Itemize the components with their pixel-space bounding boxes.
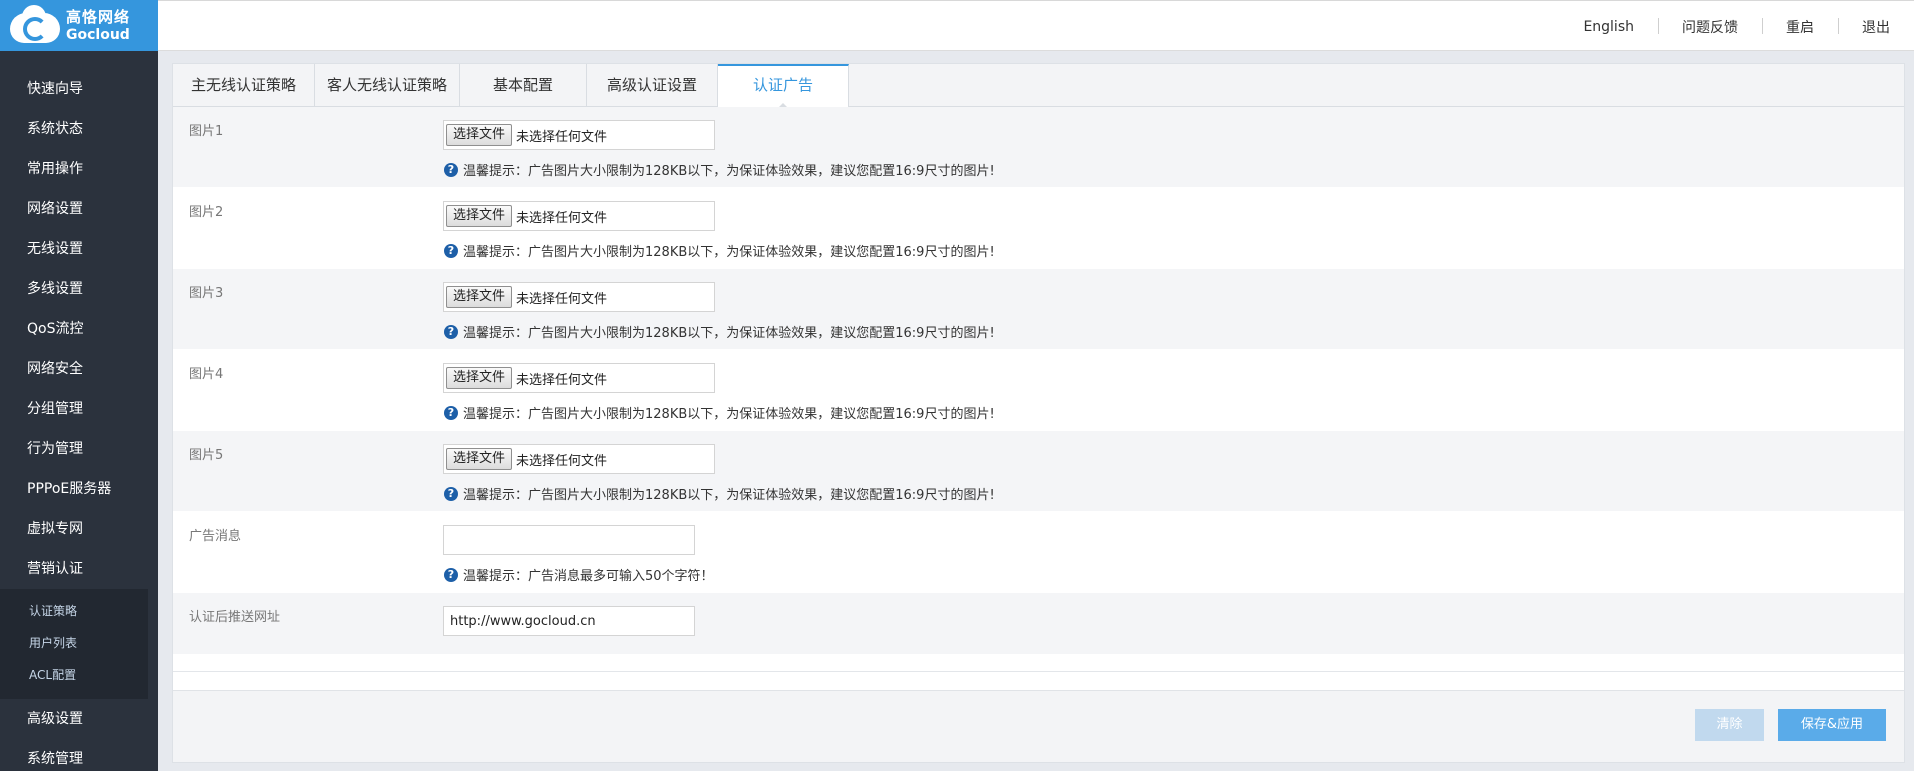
image-2-file-input[interactable]: 选择文件 未选择任何文件 bbox=[443, 201, 715, 231]
help-icon: ? bbox=[444, 243, 458, 258]
ad-message-hint: ? 温馨提示：广告消息最多可输入50个字符！ bbox=[444, 565, 714, 584]
sidebar-item-vpn[interactable]: 虚拟专网 bbox=[0, 509, 158, 549]
image-1-hint: ? 温馨提示：广告图片大小限制为128KB以下，为保证体验效果，建议您配置16:… bbox=[444, 160, 995, 179]
image-5-file-status: 未选择任何文件 bbox=[516, 453, 608, 469]
gocloud-logo-icon bbox=[10, 4, 60, 45]
clear-button[interactable]: 清除 bbox=[1695, 709, 1764, 741]
redirect-url-label: 认证后推送网址 bbox=[189, 610, 281, 625]
image-1-file-input[interactable]: 选择文件 未选择任何文件 bbox=[443, 120, 715, 150]
image-3-hint: ? 温馨提示：广告图片大小限制为128KB以下，为保证体验效果，建议您配置16:… bbox=[444, 322, 995, 341]
image-2-hint: ? 温馨提示：广告图片大小限制为128KB以下，为保证体验效果，建议您配置16:… bbox=[444, 241, 995, 260]
tab-bar: 主无线认证策略 客人无线认证策略 基本配置 高级认证设置 认证广告 bbox=[173, 64, 1904, 109]
tab-guest-wireless-auth-policy[interactable]: 客人无线认证策略 bbox=[315, 64, 460, 107]
sidebar-subnav: 认证策略 用户列表 ACL配置 bbox=[0, 589, 148, 699]
tab-basic-config[interactable]: 基本配置 bbox=[460, 64, 587, 107]
sidebar-nav: 快速向导 系统状态 常用操作 网络设置 无线设置 多线设置 QoS流控 网络安全… bbox=[0, 69, 158, 771]
sidebar-item-multiline-settings[interactable]: 多线设置 bbox=[0, 269, 158, 309]
sidebar-item-marketing-auth[interactable]: 营销认证 bbox=[0, 549, 158, 589]
ad-message-input[interactable] bbox=[443, 525, 695, 555]
top-header: English 问题反馈 重启 退出 bbox=[158, 0, 1914, 51]
image-2-hint-text: 温馨提示：广告图片大小限制为128KB以下，为保证体验效果，建议您配置16:9尺… bbox=[463, 245, 995, 260]
image-3-row: 图片3 选择文件 未选择任何文件 ? 温馨提示：广告图片大小限制为128KB以下… bbox=[173, 269, 1904, 350]
image-5-hint: ? 温馨提示：广告图片大小限制为128KB以下，为保证体验效果，建议您配置16:… bbox=[444, 484, 995, 503]
redirect-url-input[interactable] bbox=[443, 606, 695, 636]
image-4-file-status: 未选择任何文件 bbox=[516, 372, 608, 388]
help-icon: ? bbox=[444, 405, 458, 420]
tab-advanced-auth-settings[interactable]: 高级认证设置 bbox=[587, 64, 718, 107]
sidebar: 高恪网络 Gocloud 快速向导 系统状态 常用操作 网络设置 无线设置 多线… bbox=[0, 0, 158, 771]
sidebar-item-pppoe-server[interactable]: PPPoE服务器 bbox=[0, 469, 158, 509]
image-1-row: 图片1 选择文件 未选择任何文件 ? 温馨提示：广告图片大小限制为128KB以下… bbox=[173, 107, 1904, 188]
help-icon: ? bbox=[444, 324, 458, 339]
image-4-row: 图片4 选择文件 未选择任何文件 ? 温馨提示：广告图片大小限制为128KB以下… bbox=[173, 350, 1904, 431]
sidebar-item-system-status[interactable]: 系统状态 bbox=[0, 109, 158, 149]
help-icon: ? bbox=[444, 486, 458, 501]
sidebar-item-advanced-settings[interactable]: 高级设置 bbox=[0, 699, 158, 739]
sidebar-item-network-security[interactable]: 网络安全 bbox=[0, 349, 158, 389]
image-4-file-input[interactable]: 选择文件 未选择任何文件 bbox=[443, 363, 715, 393]
image-2-row: 图片2 选择文件 未选择任何文件 ? 温馨提示：广告图片大小限制为128KB以下… bbox=[173, 188, 1904, 269]
ad-message-hint-text: 温馨提示：广告消息最多可输入50个字符！ bbox=[463, 569, 714, 584]
image-3-choose-file-button[interactable]: 选择文件 bbox=[446, 286, 513, 308]
feedback-link[interactable]: 问题反馈 bbox=[1658, 17, 1762, 37]
form-divider bbox=[173, 671, 1904, 672]
sidebar-item-qos[interactable]: QoS流控 bbox=[0, 309, 158, 349]
main-panel: 主无线认证策略 客人无线认证策略 基本配置 高级认证设置 认证广告 图片1 选择… bbox=[172, 63, 1905, 763]
image-2-choose-file-button[interactable]: 选择文件 bbox=[446, 205, 513, 227]
image-3-hint-text: 温馨提示：广告图片大小限制为128KB以下，为保证体验效果，建议您配置16:9尺… bbox=[463, 326, 995, 341]
image-5-row: 图片5 选择文件 未选择任何文件 ? 温馨提示：广告图片大小限制为128KB以下… bbox=[173, 431, 1904, 512]
logo: 高恪网络 Gocloud bbox=[0, 0, 158, 51]
sidebar-subitem-acl-config[interactable]: ACL配置 bbox=[0, 659, 148, 691]
save-apply-button[interactable]: 保存&应用 bbox=[1778, 709, 1886, 741]
image-5-file-input[interactable]: 选择文件 未选择任何文件 bbox=[443, 444, 715, 474]
image-5-label: 图片5 bbox=[189, 448, 224, 463]
sidebar-item-group-management[interactable]: 分组管理 bbox=[0, 389, 158, 429]
ad-message-row: 广告消息 ? 温馨提示：广告消息最多可输入50个字符！ bbox=[173, 512, 1904, 593]
image-1-label: 图片1 bbox=[189, 124, 224, 139]
image-3-label: 图片3 bbox=[189, 286, 224, 301]
image-1-hint-text: 温馨提示：广告图片大小限制为128KB以下，为保证体验效果，建议您配置16:9尺… bbox=[463, 164, 995, 179]
tab-auth-ads[interactable]: 认证广告 bbox=[718, 64, 849, 109]
redirect-url-row: 认证后推送网址 bbox=[173, 593, 1904, 655]
sidebar-subitem-user-list[interactable]: 用户列表 bbox=[0, 627, 148, 659]
help-icon: ? bbox=[444, 567, 458, 582]
image-3-file-status: 未选择任何文件 bbox=[516, 291, 608, 307]
image-2-label: 图片2 bbox=[189, 205, 224, 220]
logout-link[interactable]: 退出 bbox=[1838, 17, 1914, 37]
sidebar-item-quick-guide[interactable]: 快速向导 bbox=[0, 69, 158, 109]
image-1-choose-file-button[interactable]: 选择文件 bbox=[446, 124, 513, 146]
image-4-hint-text: 温馨提示：广告图片大小限制为128KB以下，为保证体验效果，建议您配置16:9尺… bbox=[463, 407, 995, 422]
sidebar-item-wireless-settings[interactable]: 无线设置 bbox=[0, 229, 158, 269]
help-icon: ? bbox=[444, 162, 458, 177]
sidebar-item-system-management[interactable]: 系统管理 bbox=[0, 739, 158, 771]
image-2-file-status: 未选择任何文件 bbox=[516, 210, 608, 226]
brand-name-cn: 高恪网络 bbox=[66, 7, 131, 26]
image-4-choose-file-button[interactable]: 选择文件 bbox=[446, 367, 513, 389]
action-footer: 清除 保存&应用 bbox=[173, 690, 1904, 762]
reboot-link[interactable]: 重启 bbox=[1762, 17, 1838, 37]
image-4-label: 图片4 bbox=[189, 367, 224, 382]
brand-name-en: Gocloud bbox=[66, 26, 130, 43]
sidebar-item-behavior-management[interactable]: 行为管理 bbox=[0, 429, 158, 469]
sidebar-item-common-operations[interactable]: 常用操作 bbox=[0, 149, 158, 189]
image-3-file-input[interactable]: 选择文件 未选择任何文件 bbox=[443, 282, 715, 312]
image-5-choose-file-button[interactable]: 选择文件 bbox=[446, 448, 513, 470]
image-1-file-status: 未选择任何文件 bbox=[516, 129, 608, 145]
image-5-hint-text: 温馨提示：广告图片大小限制为128KB以下，为保证体验效果，建议您配置16:9尺… bbox=[463, 488, 995, 503]
header-links: English 问题反馈 重启 退出 bbox=[1559, 1, 1914, 52]
image-4-hint: ? 温馨提示：广告图片大小限制为128KB以下，为保证体验效果，建议您配置16:… bbox=[444, 403, 995, 422]
ad-message-label: 广告消息 bbox=[189, 529, 242, 544]
tab-main-wireless-auth-policy[interactable]: 主无线认证策略 bbox=[173, 64, 315, 107]
english-link[interactable]: English bbox=[1559, 19, 1658, 35]
sidebar-subitem-auth-policy[interactable]: 认证策略 bbox=[0, 595, 148, 627]
sidebar-item-network-settings[interactable]: 网络设置 bbox=[0, 189, 158, 229]
